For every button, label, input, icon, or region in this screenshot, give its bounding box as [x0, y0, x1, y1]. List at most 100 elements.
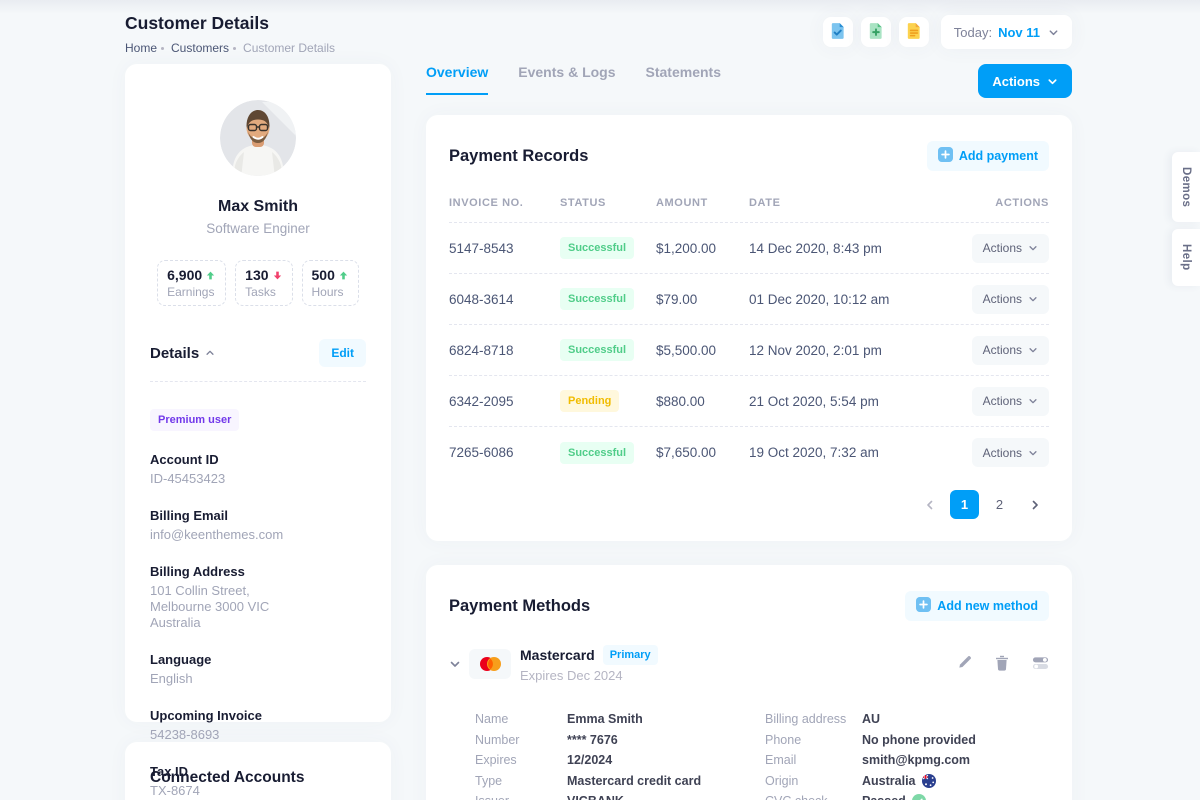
add-new-method-button[interactable]: Add new method [905, 591, 1049, 621]
table-row: 6342-2095Pending$880.0021 Oct 2020, 5:54… [449, 376, 1049, 427]
next-page-button[interactable] [1020, 490, 1049, 519]
card-detail-label: Billing address [765, 712, 862, 726]
amount: $5,500.00 [656, 343, 749, 358]
file-check-icon [829, 22, 847, 43]
row-actions-button[interactable]: Actions [972, 234, 1049, 263]
card-detail-row: TypeMastercard credit card [475, 771, 765, 792]
check-circle-icon [912, 794, 926, 800]
card-detail-row: Expires12/2024 [475, 750, 765, 771]
demos-tab[interactable]: Demos [1172, 152, 1200, 222]
amount: $79.00 [656, 292, 749, 307]
card-detail-label: Type [475, 774, 567, 788]
detail-field-value: ID-45453423 [150, 471, 366, 487]
table-row: 6048-3614Successful$79.0001 Dec 2020, 10… [449, 274, 1049, 325]
card-expiry: Expires Dec 2024 [520, 668, 658, 683]
breadcrumb-item[interactable]: Customers [171, 41, 229, 55]
card-detail-row: Emailsmith@kpmg.com [765, 750, 976, 771]
tab-overview[interactable]: Overview [426, 64, 488, 95]
card-detail-value: No phone provided [862, 733, 976, 747]
card-detail-value: smith@kpmg.com [862, 753, 970, 767]
card-detail-row: Billing addressAU [765, 709, 976, 730]
australia-flag-icon [922, 774, 936, 788]
breadcrumb-item[interactable]: Home [125, 41, 157, 55]
amount: $880.00 [656, 394, 749, 409]
column-header: ACTIONS [995, 197, 1049, 209]
status-badge: Successful [560, 237, 634, 259]
invoice-number: 7265-6086 [449, 445, 560, 460]
plus-square-icon [938, 147, 953, 165]
delete-method-button[interactable] [995, 655, 1009, 674]
detail-field-label: Billing Address [150, 564, 366, 579]
card-detail-value: VICBANK [567, 794, 624, 800]
page-button-2[interactable]: 2 [985, 490, 1014, 519]
add-payment-button[interactable]: Add payment [927, 141, 1049, 171]
detail-field: Upcoming Invoice54238-8693 [150, 708, 366, 743]
chevron-down-icon[interactable] [449, 658, 469, 670]
detail-field-label: Billing Email [150, 508, 366, 523]
today-value: Nov 11 [998, 25, 1040, 40]
stat-label: Hours [312, 285, 349, 299]
card-detail-label: Issuer [475, 794, 567, 800]
file-check-button[interactable] [823, 17, 853, 47]
status-badge: Successful [560, 288, 634, 310]
previous-page-button[interactable] [915, 490, 944, 519]
tabs: Overview Events & Logs Statements [426, 64, 721, 95]
date-selector[interactable]: Today: Nov 11 [941, 15, 1072, 49]
file-plus-button[interactable] [861, 17, 891, 47]
detail-field: Billing Address 101 Collin Street, Melbou… [150, 564, 366, 631]
toggles-icon-button[interactable] [1032, 656, 1049, 673]
row-actions-label: Actions [983, 343, 1022, 357]
payment-records-title: Payment Records [449, 147, 588, 166]
card-detail-value: Emma Smith [567, 712, 643, 726]
stat-value: 500 [312, 267, 335, 283]
breadcrumb-item: Customer Details [243, 41, 335, 55]
row-actions-button[interactable]: Actions [972, 336, 1049, 365]
add-new-method-label: Add new method [937, 599, 1038, 613]
payment-methods-title: Payment Methods [449, 597, 590, 616]
column-header: STATUS [560, 197, 656, 209]
profile-stat: 500 Hours [302, 260, 359, 306]
row-actions-button[interactable]: Actions [972, 438, 1049, 467]
plus-square-icon [916, 597, 931, 615]
page-header: Customer Details HomeCustomersCustomer D… [125, 13, 335, 55]
card-detail-row: IssuerVICBANK [475, 791, 765, 800]
file-lines-button[interactable] [899, 17, 929, 47]
card-brand: Mastercard [520, 647, 595, 663]
customer-name: Max Smith [150, 198, 366, 216]
connected-accounts-title: Connected Accounts [150, 769, 366, 787]
table-row: 7265-6086Successful$7,650.0019 Oct 2020,… [449, 427, 1049, 478]
edit-method-button[interactable] [957, 655, 972, 673]
detail-field-value: info@keenthemes.com [150, 527, 366, 543]
avatar [220, 100, 296, 176]
date: 21 Oct 2020, 5:54 pm [749, 394, 959, 409]
details-toggle[interactable]: Details [150, 345, 215, 362]
status-badge: Successful [560, 339, 634, 361]
page-button-1[interactable]: 1 [950, 490, 979, 519]
help-tab[interactable]: Help [1172, 229, 1200, 286]
detail-field-value: 54238-8693 [150, 727, 366, 743]
arrow-down-icon [272, 270, 283, 281]
row-actions-label: Actions [983, 446, 1022, 460]
chevron-down-icon [1028, 396, 1038, 406]
row-actions-button[interactable]: Actions [972, 285, 1049, 314]
edit-button[interactable]: Edit [319, 339, 366, 367]
profile-stat: 130Tasks [235, 260, 292, 306]
card-detail-value: Passed [862, 794, 906, 800]
actions-button[interactable]: Actions [978, 64, 1072, 98]
card-detail-value: AU [862, 712, 880, 726]
mastercard-logo-icon [469, 649, 511, 679]
row-actions-label: Actions [983, 394, 1022, 408]
card-details: NameEmma SmithNumber**** 7676Expires12/2… [475, 709, 1049, 800]
invoice-number: 6824-8718 [449, 343, 560, 358]
row-actions-button[interactable]: Actions [972, 387, 1049, 416]
stat-value: 6,900 [167, 267, 202, 283]
tab-events-logs[interactable]: Events & Logs [518, 64, 615, 95]
customer-role: Software Enginer [150, 221, 366, 236]
tab-statements[interactable]: Statements [646, 64, 721, 95]
chevron-down-icon [1028, 345, 1038, 355]
stat-label: Earnings [167, 285, 216, 299]
invoice-number: 5147-8543 [449, 241, 560, 256]
card-detail-row: PhoneNo phone provided [765, 730, 976, 751]
arrow-up-icon [338, 270, 349, 281]
detail-field-value: 101 Collin Street, Melbourne 3000 VIC Au… [150, 583, 366, 631]
